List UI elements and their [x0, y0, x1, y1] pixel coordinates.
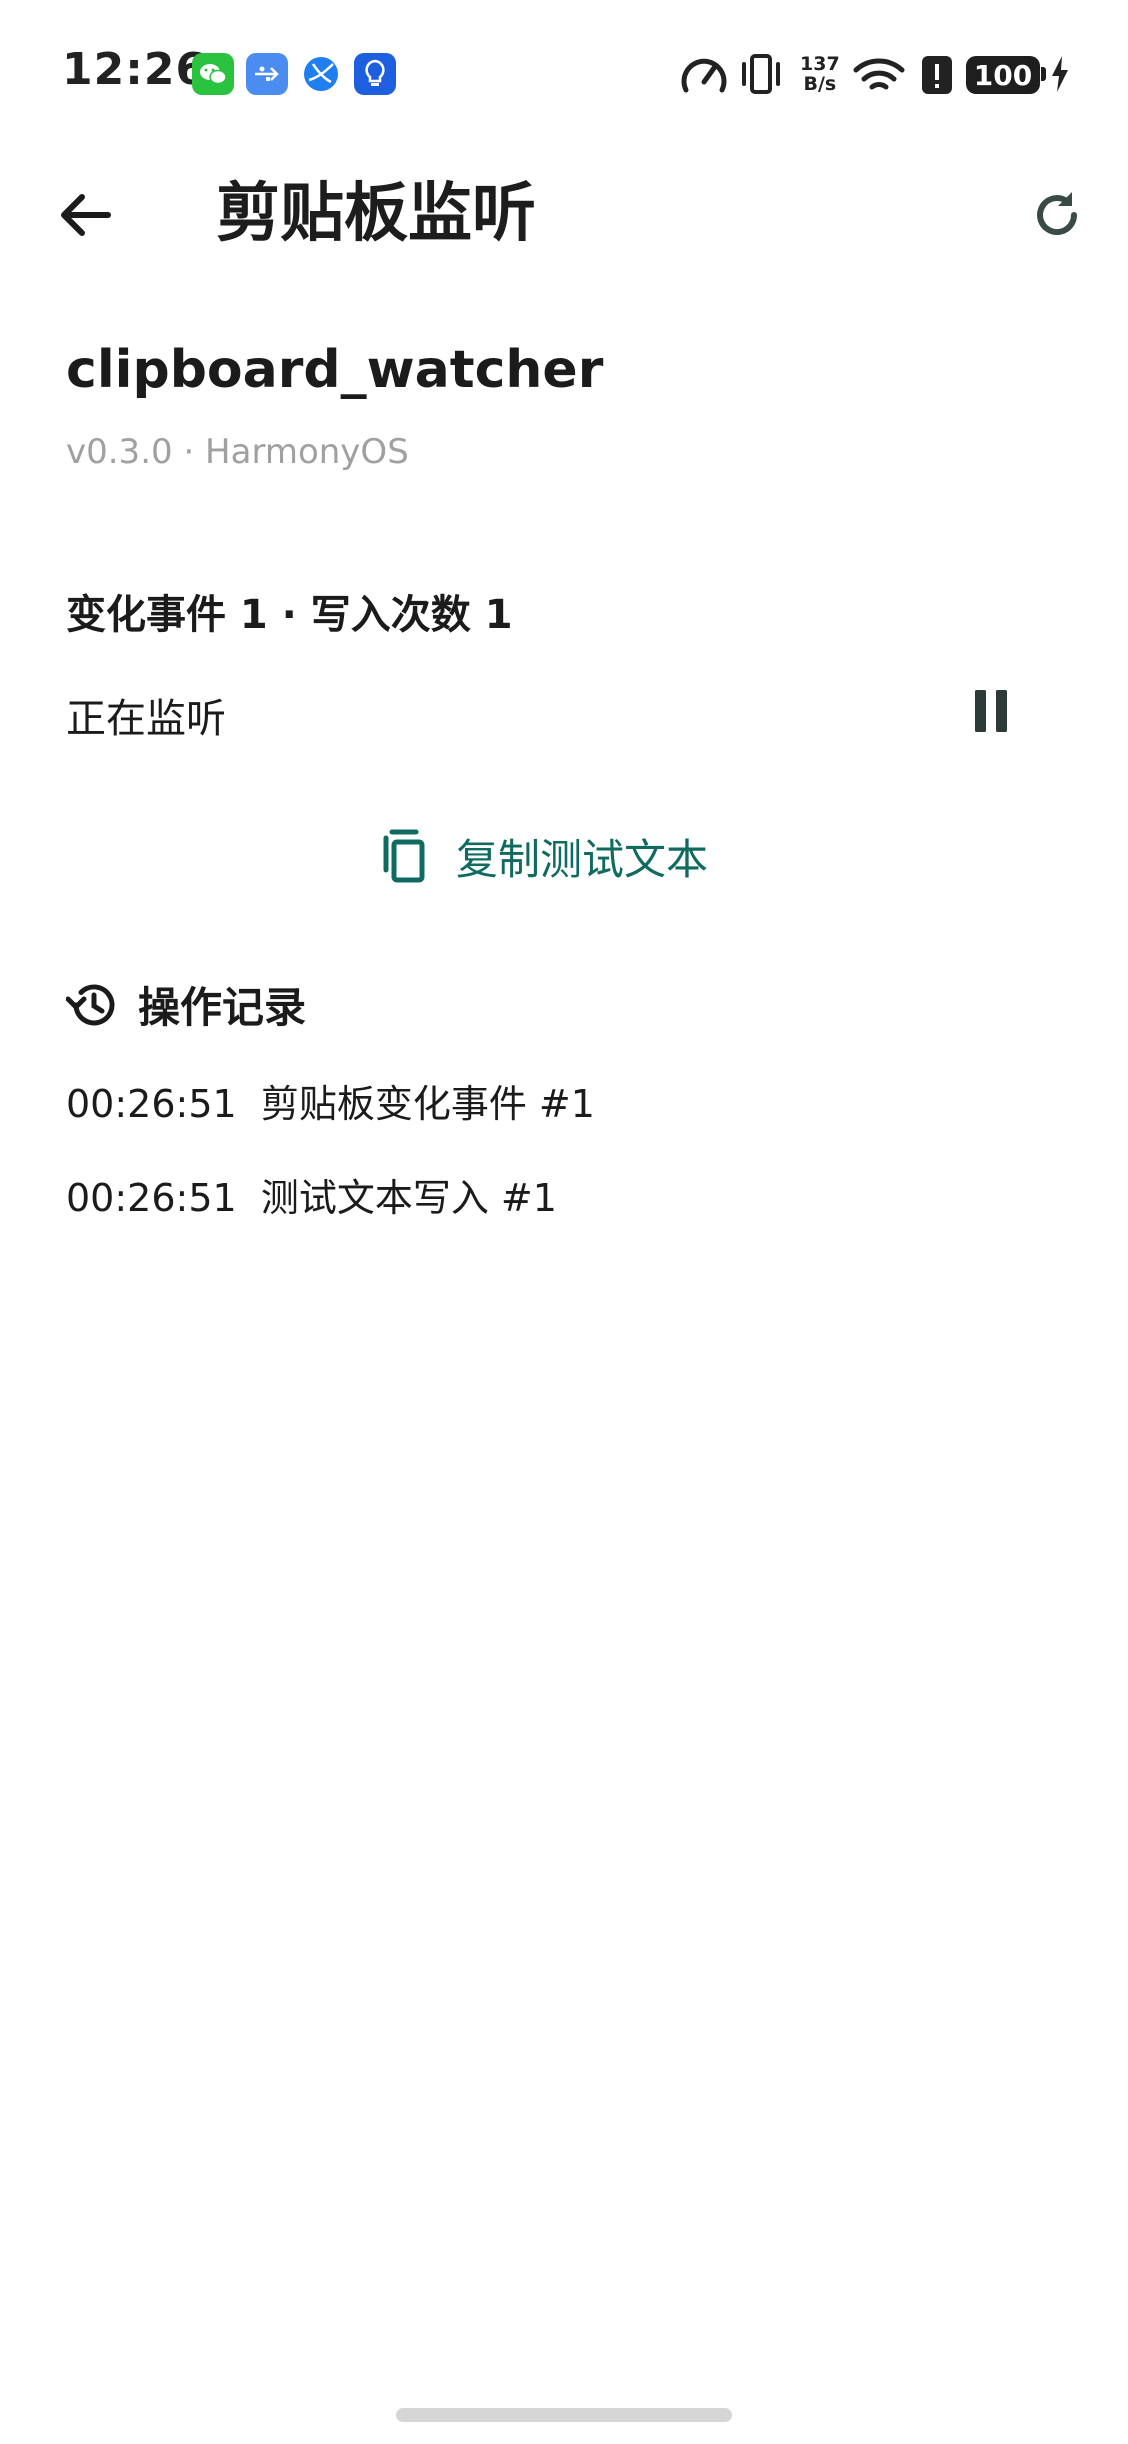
- copy-test-text-button[interactable]: 复制测试文本: [380, 818, 708, 894]
- copy-icon: [383, 829, 425, 883]
- status-time: 12:26: [62, 44, 208, 95]
- plugin-name: clipboard_watcher: [66, 340, 604, 400]
- alert-icon: [920, 54, 954, 100]
- log-title: 操作记录: [138, 983, 307, 1032]
- log-list: 00:26:51 剪贴板变化事件 #1 00:26:51 测试文本写入 #1: [66, 1080, 595, 1268]
- net-speed: 137 B/s: [800, 54, 840, 94]
- event-stats: 变化事件 1 · 写入次数 1: [66, 592, 513, 638]
- page-title: 剪贴板监听: [216, 177, 536, 251]
- refresh-button[interactable]: [1022, 180, 1092, 250]
- arrow-left-icon: [61, 194, 111, 236]
- vibrate-icon: [738, 52, 784, 100]
- charging-icon: [1050, 54, 1070, 98]
- bulb-icon: [354, 53, 396, 95]
- log-item: 00:26:51 测试文本写入 #1: [66, 1176, 557, 1220]
- speedometer-icon: [680, 52, 728, 100]
- net-speed-unit: B/s: [803, 73, 837, 95]
- browser-icon: [300, 53, 342, 95]
- plugin-meta: v0.3.0 · HarmonyOS: [66, 432, 409, 472]
- home-indicator[interactable]: [396, 2408, 732, 2422]
- pause-icon: [975, 690, 1007, 732]
- usb-icon: [246, 53, 288, 95]
- battery-nub: [1041, 67, 1046, 81]
- pause-button[interactable]: [956, 676, 1026, 746]
- log-item: 00:26:51 剪贴板变化事件 #1: [66, 1082, 595, 1126]
- copy-test-text-label: 复制测试文本: [456, 834, 709, 884]
- net-speed-value: 137: [800, 53, 840, 75]
- log-header: 操作记录: [66, 974, 306, 1035]
- refresh-icon: [1037, 192, 1077, 236]
- listening-status: 正在监听: [66, 696, 226, 742]
- back-button[interactable]: [50, 180, 120, 250]
- wechat-icon: [192, 53, 234, 95]
- wifi-icon: [852, 52, 906, 100]
- battery-indicator: 100: [966, 56, 1040, 94]
- history-icon: [66, 983, 115, 1025]
